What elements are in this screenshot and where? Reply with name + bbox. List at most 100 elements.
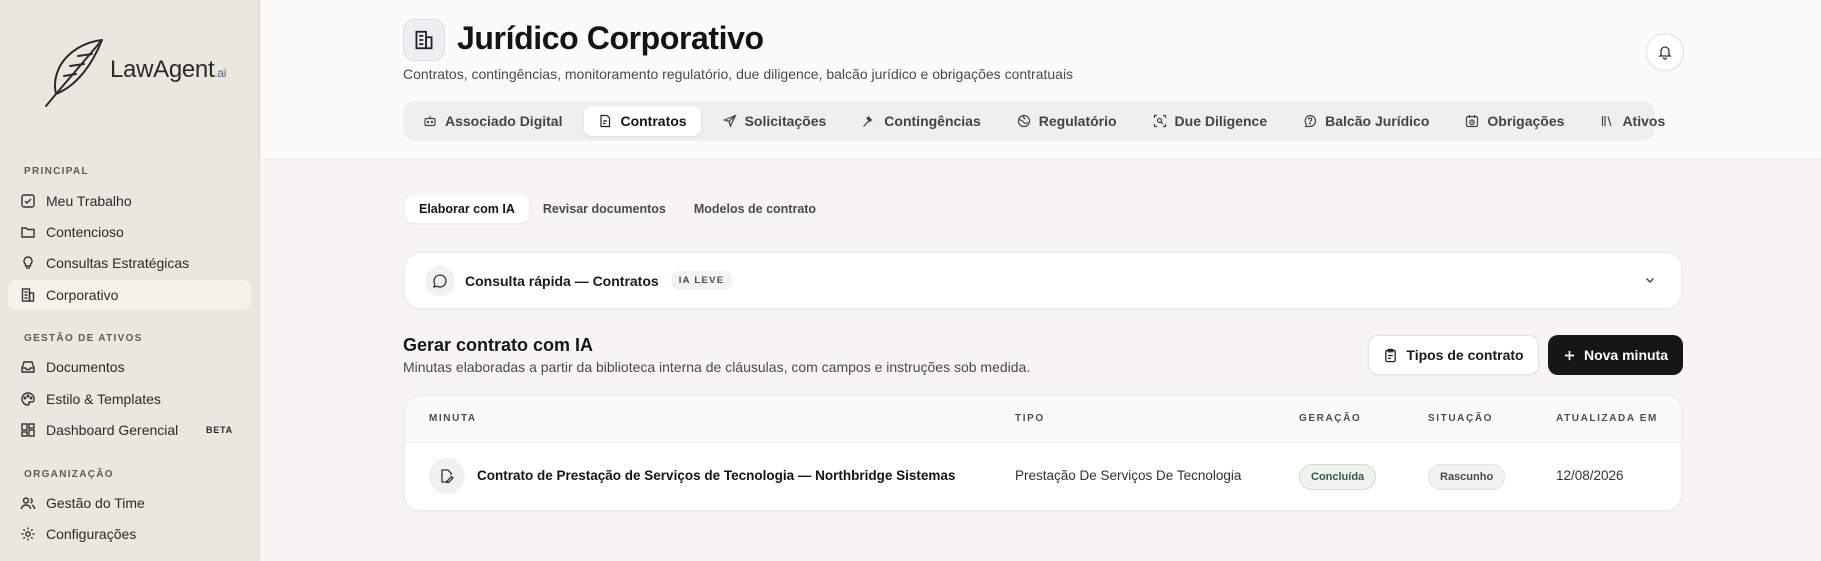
tab-contratos[interactable]: Contratos bbox=[584, 106, 701, 136]
sidebar-item-gestao-do-time[interactable]: Gestão do Time bbox=[8, 488, 251, 518]
sidebar-item-documentos[interactable]: Documentos bbox=[8, 352, 251, 382]
tab-label: Regulatório bbox=[1038, 113, 1117, 129]
section-title: Gerar contrato com IA bbox=[403, 335, 594, 355]
sidebar-item-label: Meu Trabalho bbox=[46, 193, 132, 209]
scan-icon bbox=[1153, 114, 1166, 128]
column-header-geracao[interactable]: GERAÇÃO bbox=[1299, 413, 1361, 424]
quill-feather-icon bbox=[45, 39, 103, 107]
tab-label: Contratos bbox=[620, 113, 687, 129]
section-label-organizacao: ORGANIZAÇÃO bbox=[24, 469, 114, 480]
sidebar-item-corporativo[interactable]: Corporativo bbox=[8, 280, 251, 310]
tab-label: Solicitações bbox=[744, 113, 827, 129]
plus-icon bbox=[1564, 350, 1575, 360]
generation-status-badge: Concluída bbox=[1299, 464, 1377, 490]
sidebar-item-dashboard-gerencial[interactable]: Dashboard Gerencial BETA bbox=[8, 415, 251, 445]
draft-type: Prestação De Serviços De Tecnologia bbox=[1015, 468, 1242, 483]
brand-name: LawAgent.ai bbox=[110, 56, 227, 83]
tab-label: Obrigações bbox=[1487, 113, 1565, 129]
column-header-minuta[interactable]: MINUTA bbox=[429, 413, 477, 424]
table-row[interactable]: Contrato de Prestação de Serviços de Tec… bbox=[405, 443, 1681, 510]
tab-label: Balcão Jurídico bbox=[1325, 113, 1430, 129]
beta-badge: BETA bbox=[205, 425, 233, 435]
section-subtitle: Minutas elaboradas a partir da bibliotec… bbox=[403, 359, 1031, 375]
gavel-icon bbox=[863, 116, 873, 127]
tab-label: Ativos bbox=[1622, 113, 1666, 129]
updated-date: 12/08/2026 bbox=[1556, 468, 1624, 483]
lightbulb-icon bbox=[23, 256, 33, 269]
situation-status-badge: Rascunho bbox=[1428, 464, 1506, 490]
column-header-situacao[interactable]: SITUAÇÃO bbox=[1428, 413, 1493, 424]
sidebar-item-contencioso[interactable]: Contencioso bbox=[8, 217, 251, 247]
column-header-atualizada-em[interactable]: ATUALIZADA EM bbox=[1556, 413, 1658, 424]
sidebar-item-label: Estilo & Templates bbox=[46, 391, 161, 407]
consult-badge: IA LEVE bbox=[670, 271, 733, 290]
tab-balcao-juridico[interactable]: Balcão Jurídico bbox=[1289, 106, 1443, 136]
tab-label: Due Diligence bbox=[1174, 113, 1268, 129]
new-draft-label: Nova minuta bbox=[1583, 347, 1668, 363]
new-draft-button[interactable]: Nova minuta bbox=[1548, 335, 1683, 375]
bell-icon bbox=[1658, 46, 1672, 60]
section-label-gestao-de-ativos: GESTÃO DE ATIVOS bbox=[24, 333, 143, 344]
gear-icon bbox=[21, 527, 35, 541]
tab-due-diligence[interactable]: Due Diligence bbox=[1139, 106, 1282, 136]
sidebar-item-label: Configurações bbox=[46, 526, 137, 542]
contract-subtabs: Elaborar com IA Revisar documentos Model… bbox=[405, 195, 830, 223]
subtab-revisar-documentos[interactable]: Revisar documentos bbox=[529, 195, 680, 223]
draft-title[interactable]: Contrato de Prestação de Serviços de Tec… bbox=[477, 468, 955, 483]
contract-types-button[interactable]: Tipos de contrato bbox=[1368, 335, 1539, 375]
subtab-elaborar-com-ia[interactable]: Elaborar com IA bbox=[405, 195, 529, 223]
page-title: Jurídico Corporativo bbox=[457, 20, 764, 56]
tab-obrigacoes[interactable]: Obrigações bbox=[1451, 106, 1578, 136]
dashboard-icon bbox=[21, 423, 35, 437]
send-icon bbox=[722, 114, 737, 128]
sidebar-item-meu-trabalho[interactable]: Meu Trabalho bbox=[8, 186, 251, 216]
sidebar-item-label: Contencioso bbox=[46, 224, 124, 240]
sidebar: LawAgent.ai PRINCIPAL Meu Trabalho Conte… bbox=[0, 0, 260, 561]
section-label-principal: PRINCIPAL bbox=[24, 166, 89, 177]
table-header: MINUTA TIPO GERAÇÃO SITUAÇÃO ATUALIZADA … bbox=[405, 396, 1681, 443]
row-icon-wrap bbox=[429, 458, 465, 494]
tab-contingencias[interactable]: Contingências bbox=[848, 106, 994, 136]
tab-label: Contingências bbox=[884, 113, 981, 129]
page-icon bbox=[403, 19, 445, 61]
sidebar-item-label: Consultas Estratégicas bbox=[46, 255, 190, 271]
chat-bubble-icon bbox=[433, 273, 447, 288]
quick-consult-panel[interactable]: Consulta rápida — Contratos IA LEVE bbox=[404, 252, 1682, 309]
sidebar-item-label: Corporativo bbox=[46, 287, 119, 303]
building-icon bbox=[415, 30, 433, 50]
palette-icon bbox=[21, 392, 35, 406]
column-header-tipo[interactable]: TIPO bbox=[1015, 413, 1045, 424]
page-subtitle: Contratos, contingências, monitoramento … bbox=[403, 66, 1074, 82]
page-header: Jurídico Corporativo Contratos, contingê… bbox=[261, 0, 1821, 160]
library-icon bbox=[1602, 116, 1613, 127]
contract-types-label: Tipos de contrato bbox=[1406, 347, 1524, 363]
inbox-icon bbox=[21, 361, 35, 373]
tab-regulatorio[interactable]: Regulatório bbox=[1003, 106, 1131, 136]
brand-logo[interactable]: LawAgent.ai bbox=[40, 36, 226, 108]
notifications-button[interactable] bbox=[1646, 33, 1684, 71]
users-icon bbox=[20, 497, 36, 510]
sidebar-item-label: Dashboard Gerencial bbox=[46, 422, 179, 438]
drafts-table: MINUTA TIPO GERAÇÃO SITUAÇÃO ATUALIZADA … bbox=[404, 395, 1682, 511]
chevron-down-icon[interactable] bbox=[1643, 273, 1657, 287]
calendar-clock-icon bbox=[1466, 115, 1479, 128]
tab-associado-digital[interactable]: Associado Digital bbox=[409, 106, 576, 136]
sidebar-item-label: Documentos bbox=[46, 359, 125, 375]
globe-icon bbox=[1017, 114, 1030, 128]
checkbox-icon bbox=[21, 194, 35, 208]
document-edit-icon bbox=[441, 469, 454, 484]
contract-icon bbox=[600, 114, 611, 128]
robot-icon bbox=[424, 116, 436, 127]
tab-solicitacoes[interactable]: Solicitações bbox=[709, 106, 841, 136]
subtab-modelos-de-contrato[interactable]: Modelos de contrato bbox=[680, 195, 830, 223]
tab-ativos[interactable]: Ativos bbox=[1586, 106, 1679, 136]
help-icon bbox=[1304, 114, 1317, 128]
sidebar-item-estilo-templates[interactable]: Estilo & Templates bbox=[8, 384, 251, 414]
consult-icon-wrap bbox=[425, 265, 455, 296]
building-icon bbox=[21, 288, 35, 302]
tab-label: Associado Digital bbox=[445, 113, 563, 129]
sidebar-item-consultas-estrategicas[interactable]: Consultas Estratégicas bbox=[8, 248, 251, 278]
folder-icon bbox=[21, 227, 35, 238]
sidebar-item-configuracoes[interactable]: Configurações bbox=[8, 519, 251, 549]
sidebar-item-label: Gestão do Time bbox=[46, 495, 145, 511]
